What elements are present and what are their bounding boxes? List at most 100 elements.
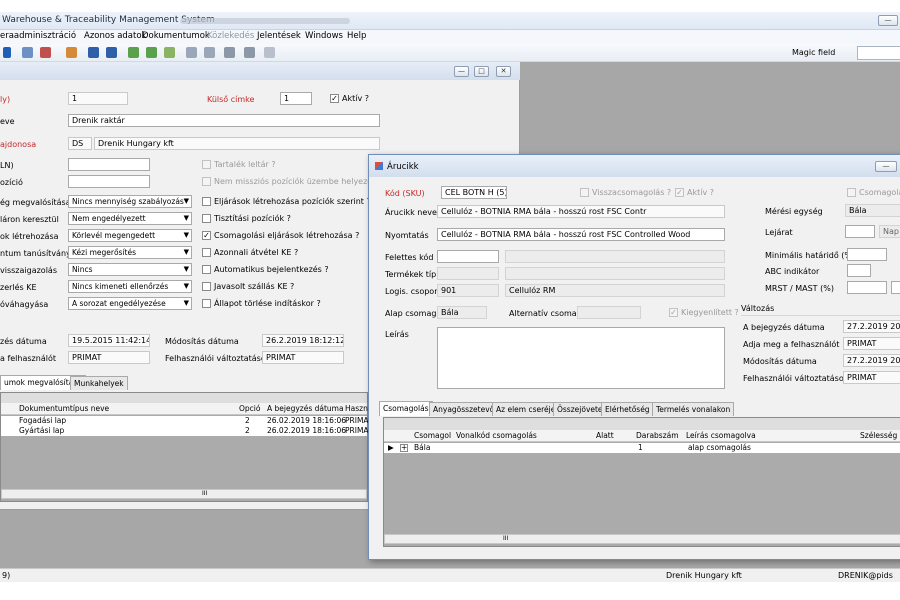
menu-item-documents[interactable]: Dokumentumok xyxy=(142,31,210,41)
minimize-button[interactable]: — xyxy=(878,15,898,26)
grid-header-cell[interactable]: Opció xyxy=(239,404,260,413)
setting-checkbox[interactable] xyxy=(202,282,211,291)
tab-production-lines[interactable]: Termelés vonalakon xyxy=(652,402,735,416)
grid-header-cell[interactable]: Szélesség xyxy=(860,431,897,440)
setting-check-label: Javasolt szállás KE ? xyxy=(214,282,295,291)
print-name-field[interactable]: Cellulóz - BOTNIA RMA bála - hosszú rost… xyxy=(437,228,725,241)
mast-field[interactable] xyxy=(891,281,900,294)
grid-header-cell[interactable]: Haszn xyxy=(345,404,368,413)
paste-icon[interactable] xyxy=(40,47,51,58)
save-all-icon[interactable] xyxy=(106,47,117,58)
packaging-checkbox[interactable] xyxy=(847,188,856,197)
menu-item-windows[interactable]: Windows xyxy=(305,31,343,41)
setting-checkbox[interactable] xyxy=(202,265,211,274)
grid-header-cell[interactable]: A bejegyzés dátuma xyxy=(267,404,344,413)
grid-header-cell[interactable]: Alatt xyxy=(596,431,614,440)
packaging-grid-scrollbar[interactable]: III xyxy=(384,534,900,544)
search-icon[interactable] xyxy=(186,47,197,58)
magic-field-input[interactable] xyxy=(857,46,900,60)
article-window-caption: Árucikk — xyxy=(369,155,900,177)
tab-workplaces[interactable]: Munkahelyek xyxy=(70,376,128,390)
grid-header-cell[interactable]: Leírás csomagolva xyxy=(686,431,756,440)
grid-header-cell[interactable]: Darabszám xyxy=(636,431,679,440)
table-row[interactable]: Gyártási lap 2 26.02.2019 18:16:06 PRIMA xyxy=(1,426,369,436)
setting-combo[interactable]: Nincs ▼ xyxy=(68,263,192,276)
row-selector-icon[interactable]: ▶ xyxy=(388,443,394,452)
repack-checkbox[interactable] xyxy=(580,188,589,197)
filter-remove-icon[interactable] xyxy=(164,47,175,58)
documents-grid-scrollbar[interactable]: III xyxy=(1,489,367,499)
balanced-checkbox[interactable]: ✓ xyxy=(669,308,678,317)
non-mission-positions-label: Nem missziós pozíciók üzembe helyezése ? xyxy=(214,177,389,186)
logistics-group-code-field[interactable]: 901 xyxy=(437,284,499,297)
setting-check-label: Állapot törlése indításkor ? xyxy=(214,299,321,308)
grid-header-cell[interactable]: Vonalkód csomagolás xyxy=(456,431,537,440)
owner-code-field[interactable]: DS xyxy=(68,137,92,150)
menu-item-help[interactable]: Help xyxy=(347,31,366,41)
copy-icon[interactable] xyxy=(22,47,33,58)
warehouse-minimize-button[interactable]: — xyxy=(454,66,469,77)
setting-combo[interactable]: Kézi megerősítés ▼ xyxy=(68,246,192,259)
setting-checkbox[interactable] xyxy=(202,197,211,206)
article-name-field[interactable]: Cellulóz - BOTNIA RMA bála - hosszú rost… xyxy=(437,205,725,218)
warehouse-id-field[interactable]: 1 xyxy=(68,92,128,105)
min-deadline-field[interactable] xyxy=(847,248,887,261)
reserve-inventory-checkbox[interactable] xyxy=(202,160,211,169)
grid-header-cell[interactable]: Csomagol xyxy=(414,431,451,440)
setting-combo[interactable]: A sorozat engedélyezése ▼ xyxy=(68,297,192,310)
description-textarea[interactable] xyxy=(437,327,725,389)
abc-indicator-field[interactable] xyxy=(847,264,871,277)
sku-field[interactable]: CEL BOTN H (5)B xyxy=(441,186,507,199)
menu-item-reports[interactable]: Jelentések xyxy=(257,31,301,41)
article-modified-user-field: PRIMAT xyxy=(843,371,900,384)
article-minimize-button[interactable]: — xyxy=(875,161,897,172)
setting-combo[interactable]: Nem engedélyezett ▼ xyxy=(68,212,192,225)
grid-header-cell[interactable]: Dokumentumtípus neve xyxy=(19,404,109,413)
unit-of-measure-field[interactable]: Bála xyxy=(845,204,900,217)
document-icon[interactable] xyxy=(66,47,77,58)
menu-item-common-data[interactable]: Azonos adatok xyxy=(84,31,146,41)
calculator-icon[interactable] xyxy=(224,47,235,58)
save-icon[interactable] xyxy=(88,47,99,58)
non-mission-positions-checkbox[interactable] xyxy=(202,177,211,186)
filter-icon[interactable] xyxy=(128,47,139,58)
alt-package-field[interactable] xyxy=(577,306,641,319)
expand-icon[interactable]: + xyxy=(400,444,408,452)
owner-name-field[interactable]: Drenik Hungary kft xyxy=(94,137,380,150)
expiry-value-field[interactable] xyxy=(845,225,875,238)
gln-field[interactable] xyxy=(68,158,150,171)
tab-item-replacement[interactable]: Az elem cseréje xyxy=(492,402,560,416)
refresh-icon[interactable] xyxy=(244,47,255,58)
next-record-icon[interactable] xyxy=(3,47,11,58)
table-row[interactable]: Fogadási lap 2 26.02.2019 18:16:06 PRIMA xyxy=(1,416,369,426)
position-field[interactable] xyxy=(68,175,150,188)
setting-combo[interactable]: Nincs kimeneti ellenőrzés ▼ xyxy=(68,280,192,293)
mrst-field[interactable] xyxy=(847,281,887,294)
table-row[interactable]: ▶ + Bála 1 alap csomagolás xyxy=(384,443,900,453)
setting-checkbox[interactable]: ✓ xyxy=(202,231,211,240)
menu-item-administration[interactable]: eraadminisztráció xyxy=(0,31,76,41)
tools-icon[interactable] xyxy=(264,47,275,58)
external-label-field[interactable]: 1 xyxy=(280,92,312,105)
filter-add-icon[interactable] xyxy=(146,47,157,58)
setting-checkbox[interactable] xyxy=(202,248,211,257)
setting-combo[interactable]: Körlevél megengedett ▼ xyxy=(68,229,192,242)
menu-item-transport[interactable]: Közlekedés xyxy=(207,31,254,41)
product-type-code-field[interactable] xyxy=(437,267,499,280)
setting-combo[interactable]: Nincs mennyiség szabályozás ▼ xyxy=(68,195,192,208)
base-package-field[interactable]: Bála xyxy=(437,306,487,319)
print-icon[interactable] xyxy=(204,47,215,58)
tab-availability[interactable]: Elérhetőség xyxy=(601,402,654,416)
parent-code-field[interactable] xyxy=(437,250,499,263)
warehouse-name-field[interactable]: Drenik raktár xyxy=(68,114,380,127)
tab-materials[interactable]: Anyagösszetevő xyxy=(429,402,499,416)
article-name-label: Árucikk neve xyxy=(385,208,437,217)
expiry-unit-field[interactable]: Nap xyxy=(879,225,900,238)
article-active-checkbox[interactable]: ✓ xyxy=(675,188,684,197)
setting-checkbox[interactable] xyxy=(202,299,211,308)
setting-checkbox[interactable] xyxy=(202,214,211,223)
tab-packaging[interactable]: Csomagolás xyxy=(379,401,433,416)
warehouse-active-checkbox[interactable]: ✓ xyxy=(330,94,339,103)
warehouse-maximize-button[interactable]: □ xyxy=(474,66,489,77)
warehouse-close-button[interactable]: ✕ xyxy=(496,66,511,77)
